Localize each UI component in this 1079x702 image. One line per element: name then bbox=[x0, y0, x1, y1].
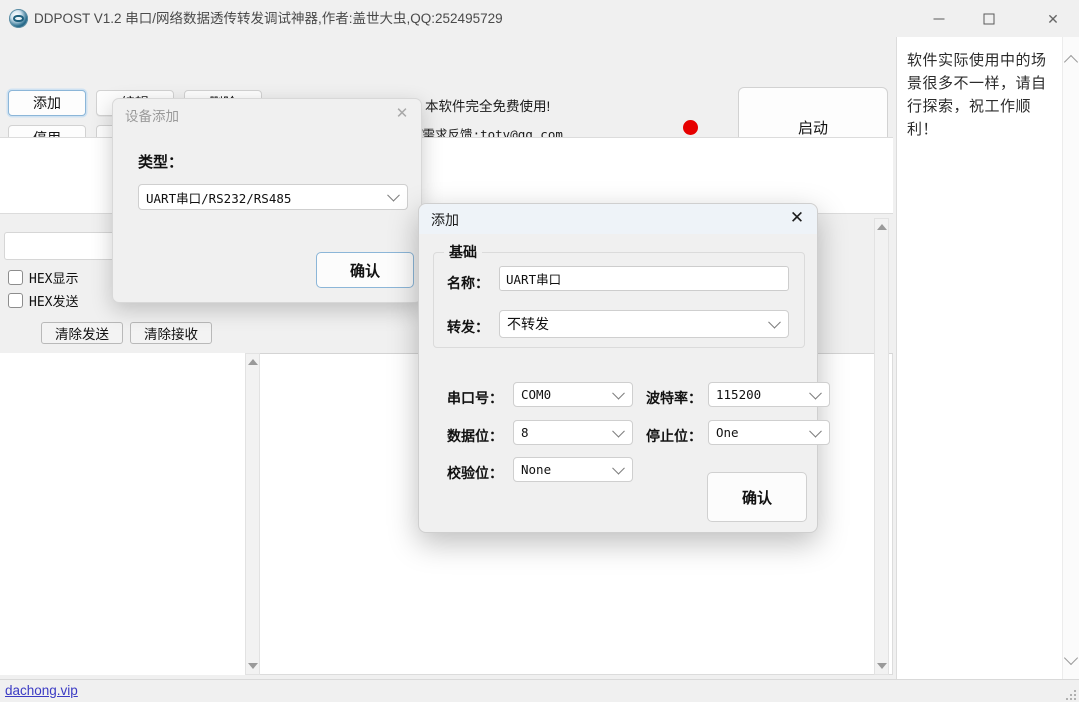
baudrate-select[interactable]: 115200 bbox=[708, 382, 830, 407]
hex-send-label: HEX发送 bbox=[29, 295, 79, 310]
device-type-select[interactable]: UART串口/RS232/RS485 bbox=[138, 184, 408, 210]
close-icon: ✕ bbox=[1047, 10, 1059, 27]
chevron-down-icon bbox=[612, 461, 625, 475]
chevron-down-icon bbox=[809, 386, 822, 400]
parity-label: 校验位： bbox=[447, 465, 503, 481]
stopbits-select-value: One bbox=[716, 425, 739, 440]
chevron-down-icon bbox=[612, 386, 625, 400]
device-type-value: UART串口/RS232/RS485 bbox=[146, 190, 292, 206]
device-type-label: 类型： bbox=[138, 154, 184, 171]
stopbits-label: 停止位： bbox=[646, 428, 702, 444]
minimize-icon bbox=[933, 18, 945, 19]
chevron-down-icon[interactable] bbox=[1063, 650, 1079, 666]
chevron-down-icon bbox=[387, 188, 400, 202]
scroll-down-icon[interactable] bbox=[876, 663, 887, 669]
maximize-button[interactable] bbox=[966, 0, 1012, 37]
forward-select[interactable]: 不转发 bbox=[499, 310, 789, 338]
scroll-up-icon[interactable] bbox=[247, 359, 258, 365]
parity-select-value: None bbox=[521, 462, 552, 477]
device-add-dialog-title: 设备添加 bbox=[125, 109, 179, 124]
add-dialog-title: 添加 bbox=[431, 212, 459, 228]
status-bar: dachong.vip bbox=[0, 679, 1079, 702]
chevron-down-icon bbox=[768, 315, 781, 329]
hex-display-label: HEX显示 bbox=[29, 272, 79, 287]
title-bar: DDPOST V1.2 串口/网络数据透传转发调试神器,作者:盖世大虫,QQ:2… bbox=[0, 0, 1079, 37]
maximize-icon bbox=[983, 13, 995, 24]
note-panel: 软件实际使用中的场景很多不一样，请自行探索，祝工作顺利！ bbox=[896, 37, 1079, 685]
resize-grip[interactable] bbox=[1064, 688, 1076, 700]
website-link[interactable]: dachong.vip bbox=[5, 683, 78, 698]
device-add-dialog-titlebar: 设备添加 ✕ bbox=[113, 99, 421, 128]
device-add-dialog: 设备添加 ✕ 类型： UART串口/RS232/RS485 确认 bbox=[112, 98, 422, 303]
chevron-up-icon[interactable] bbox=[1063, 54, 1079, 70]
port-label: 串口号： bbox=[447, 390, 503, 406]
free-notice-text: 本软件完全免费使用! bbox=[425, 99, 551, 114]
port-select[interactable]: COM0 bbox=[513, 382, 633, 407]
parity-select[interactable]: None bbox=[513, 457, 633, 482]
add-dialog: 添加 ✕ 基础 名称： UART串口 转发： 不转发 串口号： COM0 波特率… bbox=[418, 203, 830, 533]
name-input[interactable]: UART串口 bbox=[499, 266, 789, 291]
add-dialog-titlebar: 添加 ✕ bbox=[419, 204, 817, 234]
clear-receive-button[interactable]: 清除接收 bbox=[130, 322, 212, 344]
scroll-down-icon[interactable] bbox=[247, 663, 258, 669]
port-select-value: COM0 bbox=[521, 387, 552, 402]
name-input-value: UART串口 bbox=[506, 272, 562, 287]
hex-send-checkbox[interactable] bbox=[8, 293, 23, 308]
status-indicator-dot bbox=[683, 120, 698, 135]
add-confirm-button[interactable]: 确认 bbox=[707, 472, 807, 522]
basic-group-caption: 基础 bbox=[444, 242, 482, 262]
databits-label: 数据位： bbox=[447, 428, 503, 444]
add-button[interactable]: 添加 bbox=[8, 90, 86, 116]
forward-select-value: 不转发 bbox=[507, 316, 549, 332]
window-title: DDPOST V1.2 串口/网络数据透传转发调试神器,作者:盖世大虫,QQ:2… bbox=[34, 11, 503, 26]
forward-label: 转发： bbox=[447, 319, 489, 335]
receive-log-scrollbar[interactable] bbox=[874, 218, 889, 675]
minimize-button[interactable] bbox=[916, 0, 962, 37]
baudrate-label: 波特率： bbox=[646, 390, 702, 406]
send-log-scrollbar[interactable] bbox=[245, 353, 260, 675]
note-text: 软件实际使用中的场景很多不一样，请自行探索，祝工作顺利！ bbox=[907, 52, 1047, 138]
chevron-down-icon bbox=[612, 424, 625, 438]
add-dialog-close-icon[interactable]: ✕ bbox=[787, 208, 807, 228]
chevron-down-icon bbox=[809, 424, 822, 438]
hex-display-checkbox[interactable] bbox=[8, 270, 23, 285]
scroll-up-icon[interactable] bbox=[876, 224, 887, 230]
device-add-confirm-button[interactable]: 确认 bbox=[316, 252, 414, 288]
device-add-dialog-close-icon[interactable]: ✕ bbox=[393, 104, 411, 122]
name-label: 名称： bbox=[447, 275, 489, 291]
databits-select-value: 8 bbox=[521, 425, 529, 440]
close-button[interactable]: ✕ bbox=[1030, 0, 1076, 37]
baudrate-select-value: 115200 bbox=[716, 387, 762, 402]
note-scrollbar[interactable] bbox=[1062, 37, 1079, 685]
clear-send-button[interactable]: 清除发送 bbox=[41, 322, 123, 344]
databits-select[interactable]: 8 bbox=[513, 420, 633, 445]
app-window: DDPOST V1.2 串口/网络数据透传转发调试神器,作者:盖世大虫,QQ:2… bbox=[0, 0, 1079, 702]
app-logo-icon bbox=[9, 9, 28, 28]
send-log-panel[interactable] bbox=[0, 353, 246, 675]
stopbits-select[interactable]: One bbox=[708, 420, 830, 445]
